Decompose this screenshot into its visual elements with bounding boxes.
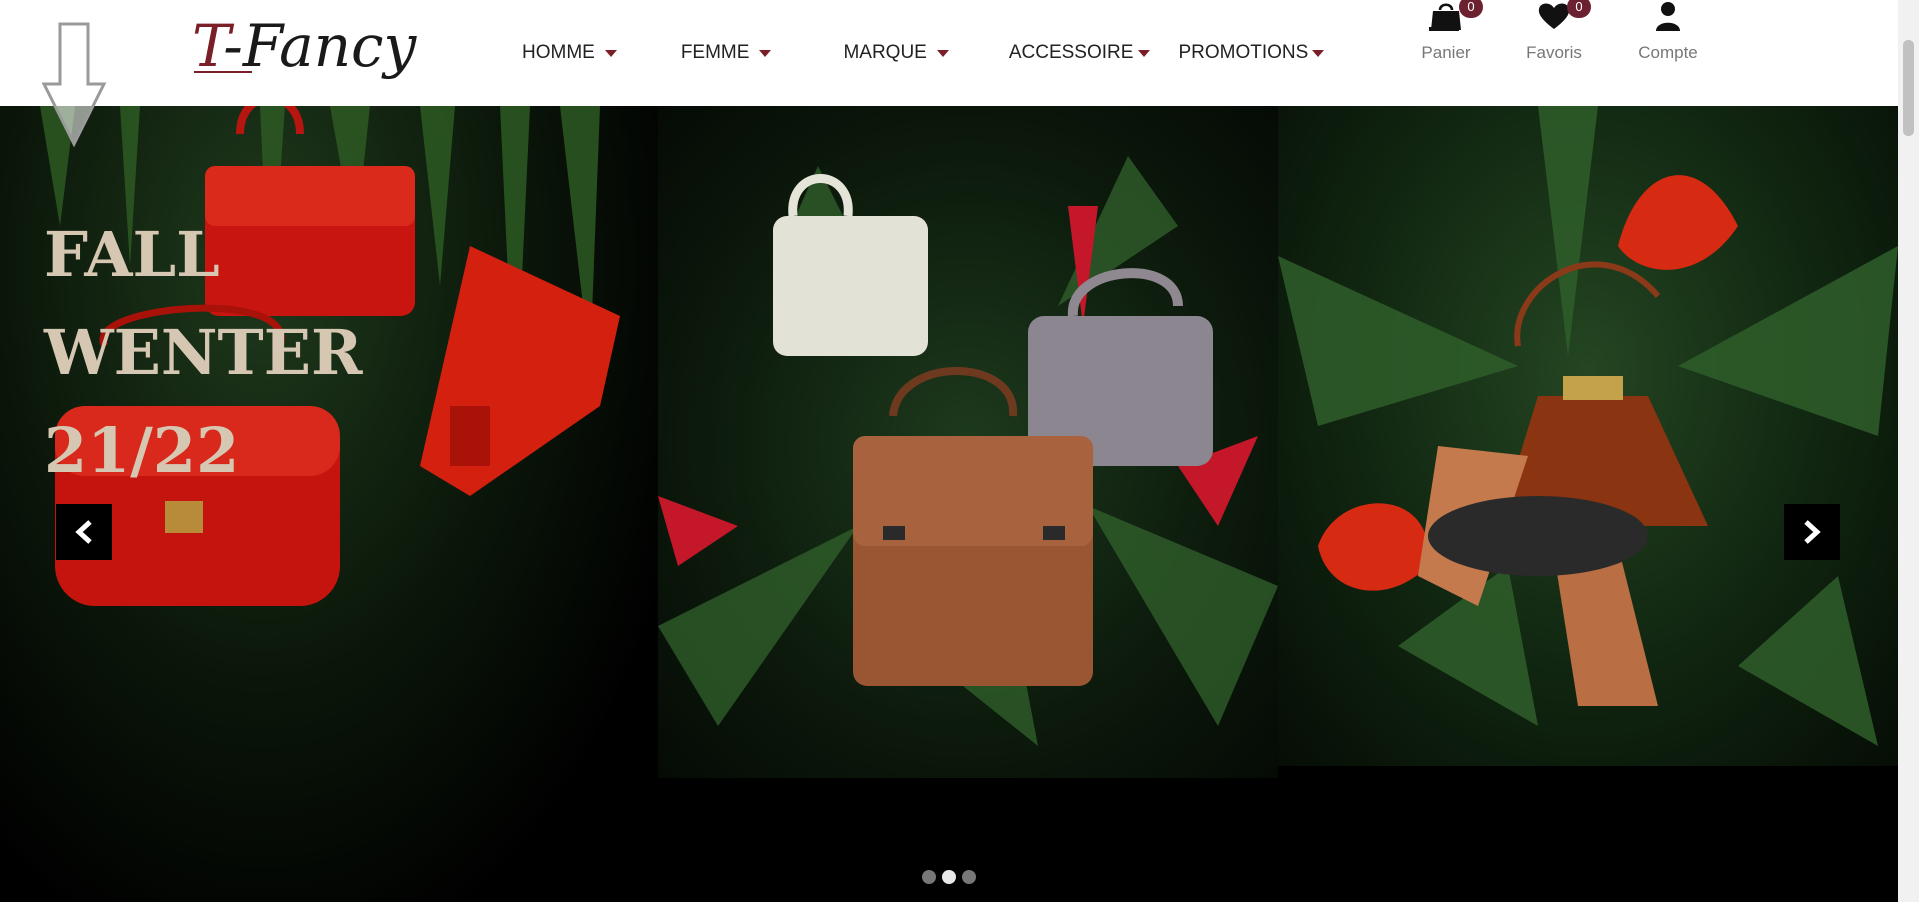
caret-down-icon [759, 49, 772, 57]
nav-item-promotions[interactable]: PROMOTIONS [1178, 33, 1325, 73]
scrollbar-thumb[interactable] [1903, 40, 1914, 136]
page-scrollbar[interactable] [1898, 0, 1919, 902]
carousel-prev-button[interactable] [56, 504, 112, 560]
nav-item-label: FEMME [680, 42, 750, 63]
main-nav: HOMME FEMME MARQUE ACCESSOIRE PROMOTIONS [510, 0, 1325, 106]
svg-text:T-Fancy: T-Fancy [192, 12, 418, 80]
carousel-next-button[interactable] [1784, 504, 1840, 560]
logo-mark: T-Fancy [192, 12, 418, 80]
shopping-bag-icon: 0 [1429, 0, 1483, 32]
carousel-dot-3[interactable] [962, 870, 976, 884]
heart-icon: 0 [1537, 0, 1591, 32]
chevron-left-icon [75, 520, 92, 544]
nav-item-label: HOMME [522, 42, 595, 63]
nav-item-homme[interactable]: HOMME [522, 33, 617, 73]
caret-down-icon [1312, 49, 1325, 57]
favorites-label: Favoris [1526, 43, 1582, 62]
hero-headline: FALL WENTER 21/22 [44, 206, 362, 500]
caret-down-icon [604, 49, 617, 57]
hero-headline-line: 21/22 [44, 414, 240, 487]
nav-item-label: ACCESSOIRE [1008, 42, 1134, 63]
hero-headline-line: WENTER [44, 316, 363, 389]
carousel-dot-1[interactable] [922, 870, 936, 884]
account-label: Compte [1638, 43, 1698, 62]
hero-image-leather-bags [658, 106, 1278, 778]
hero-carousel: FALL WENTER 21/22 [0, 106, 1898, 902]
caret-down-icon [936, 49, 949, 57]
nav-item-accessoire[interactable]: ACCESSOIRE [1009, 33, 1151, 73]
cart-count-badge: 0 [1459, 0, 1483, 18]
nav-item-label: PROMOTIONS [1178, 42, 1309, 63]
site-header: T-Fancy HOMME FEMME MARQUE ACCESSOIRE PR… [0, 0, 1898, 106]
brand-logo[interactable]: T-Fancy [190, 10, 420, 90]
cart-label: Panier [1421, 43, 1471, 62]
nav-item-femme[interactable]: FEMME [681, 33, 772, 73]
cart-button[interactable]: 0 Panier [1391, 0, 1501, 63]
nav-item-marque[interactable]: MARQUE [843, 33, 949, 73]
hero-headline-line: FALL [44, 218, 220, 291]
down-arrow-icon [38, 20, 110, 155]
caret-down-icon [1138, 49, 1151, 57]
chevron-right-icon [1804, 520, 1821, 544]
carousel-indicators [922, 870, 976, 884]
nav-item-label: MARQUE [843, 42, 927, 63]
user-icon [1651, 0, 1685, 32]
favorites-count-badge: 0 [1567, 0, 1591, 18]
favorites-button[interactable]: 0 Favoris [1499, 0, 1609, 63]
hero-image-suede-bag [1278, 106, 1898, 766]
carousel-dot-2[interactable] [942, 870, 956, 884]
account-button[interactable]: Compte [1613, 0, 1723, 63]
